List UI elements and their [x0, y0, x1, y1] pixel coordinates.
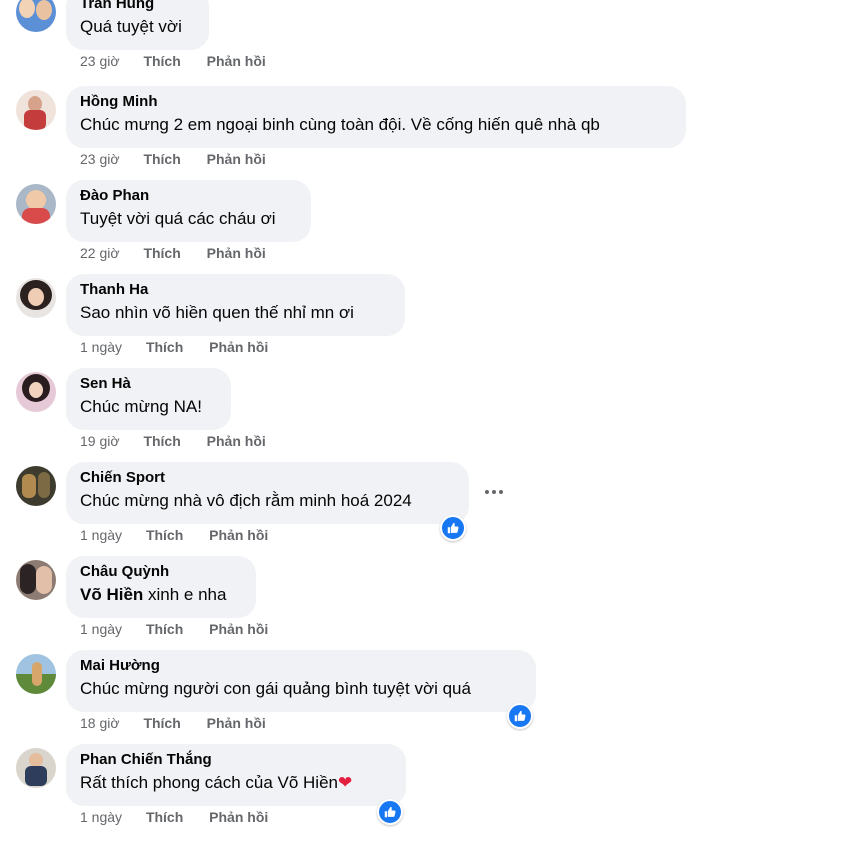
comment-bubble: Sen Hà Chúc mừng NA!	[66, 368, 231, 430]
comment-text: Tuyệt vời quá các cháu ơi	[80, 209, 276, 228]
dot-icon	[485, 490, 489, 494]
comment: Trần Hùng Quá tuyệt vời 23 giờ Thích Phả…	[0, 0, 860, 82]
comment-time[interactable]: 18 giờ	[80, 714, 120, 732]
avatar[interactable]	[16, 466, 56, 506]
reply-button[interactable]: Phản hồi	[207, 432, 266, 450]
comment-actions: 22 giờ Thích Phản hồi	[80, 244, 266, 262]
comment-actions: 23 giờ Thích Phản hồi	[80, 52, 266, 70]
reply-button[interactable]: Phản hồi	[207, 714, 266, 732]
comment-actions: 1 ngày Thích Phản hồi	[80, 620, 268, 638]
comment-text: Chúc mừng NA!	[80, 397, 202, 416]
comment-actions: 18 giờ Thích Phản hồi	[80, 714, 266, 732]
like-reaction-icon[interactable]	[377, 799, 403, 825]
comment-time[interactable]: 1 ngày	[80, 526, 122, 544]
reply-button[interactable]: Phản hồi	[209, 338, 268, 356]
comment-bubble: Thanh Ha Sao nhìn võ hiền quen thế nhỉ m…	[66, 274, 405, 336]
comment-bubble: Chiến Sport Chúc mừng nhà vô địch rằm mi…	[66, 462, 469, 524]
comment-actions: 19 giờ Thích Phản hồi	[80, 432, 266, 450]
comment-time[interactable]: 1 ngày	[80, 338, 122, 356]
comment-text: Chúc mưng 2 em ngoại binh cùng toàn đội.…	[80, 115, 600, 134]
comment: Thanh Ha Sao nhìn võ hiền quen thế nhỉ m…	[0, 274, 860, 368]
avatar[interactable]	[16, 560, 56, 600]
more-options-icon[interactable]	[480, 482, 508, 502]
reply-button[interactable]: Phản hồi	[207, 244, 266, 262]
avatar[interactable]	[16, 654, 56, 694]
comment-author[interactable]: Thanh Ha	[80, 280, 391, 300]
comment-actions: 1 ngày Thích Phản hồi	[80, 526, 268, 544]
comment-thread: Trần Hùng Quá tuyệt vời 23 giờ Thích Phả…	[0, 0, 860, 842]
comment: Đào Phan Tuyệt vời quá các cháu ơi 22 gi…	[0, 180, 860, 274]
avatar[interactable]	[16, 372, 56, 412]
comment-text-body: Rất thích phong cách của Võ Hiền	[80, 773, 338, 792]
comment-author[interactable]: Phan Chiến Thắng	[80, 750, 392, 770]
comment: Phan Chiến Thắng Rất thích phong cách củ…	[0, 744, 860, 838]
comment-bubble: Châu Quỳnh Võ Hiền xinh e nha	[66, 556, 256, 618]
like-button[interactable]: Thích	[143, 52, 180, 70]
avatar[interactable]	[16, 184, 56, 224]
comment-bubble: Đào Phan Tuyệt vời quá các cháu ơi	[66, 180, 311, 242]
like-reaction-icon[interactable]	[507, 703, 533, 729]
comment-bubble: Mai Hường Chúc mừng người con gái quảng …	[66, 650, 536, 712]
like-button[interactable]: Thích	[146, 620, 183, 638]
comment: Sen Hà Chúc mừng NA! 19 giờ Thích Phản h…	[0, 368, 860, 462]
comment-text: Võ Hiền xinh e nha	[80, 583, 242, 607]
comment-author[interactable]: Sen Hà	[80, 374, 217, 394]
reply-button[interactable]: Phản hồi	[207, 150, 266, 168]
comment-author[interactable]: Chiến Sport	[80, 468, 455, 488]
comment-time[interactable]: 1 ngày	[80, 620, 122, 638]
comment-actions: 1 ngày Thích Phản hồi	[80, 338, 268, 356]
comment-author[interactable]: Trần Hùng	[80, 0, 195, 14]
comment-author[interactable]: Châu Quỳnh	[80, 562, 242, 582]
comment: Châu Quỳnh Võ Hiền xinh e nha 1 ngày Thí…	[0, 556, 860, 650]
like-reaction-icon[interactable]	[440, 515, 466, 541]
comment-author[interactable]: Đào Phan	[80, 186, 297, 206]
like-button[interactable]: Thích	[143, 714, 180, 732]
comment-actions: 1 ngày Thích Phản hồi	[80, 808, 268, 826]
mention-link[interactable]: Võ Hiền	[80, 585, 143, 604]
comment-text: Chúc mừng người con gái quảng bình tuyệt…	[80, 679, 471, 698]
reply-button[interactable]: Phản hồi	[207, 52, 266, 70]
like-button[interactable]: Thích	[146, 808, 183, 826]
reply-button[interactable]: Phản hồi	[209, 620, 268, 638]
avatar[interactable]	[16, 90, 56, 130]
comment-bubble: Trần Hùng Quá tuyệt vời	[66, 0, 209, 50]
reply-button[interactable]: Phản hồi	[209, 808, 268, 826]
comment-text: Rất thích phong cách của Võ Hiền❤	[80, 771, 392, 795]
comment-bubble: Hồng Minh Chúc mưng 2 em ngoại binh cùng…	[66, 86, 686, 148]
comment-bubble: Phan Chiến Thắng Rất thích phong cách củ…	[66, 744, 406, 806]
comment-text-body: xinh e nha	[143, 585, 227, 604]
comment-time[interactable]: 1 ngày	[80, 808, 122, 826]
comment: Mai Hường Chúc mừng người con gái quảng …	[0, 650, 860, 744]
comment: Chiến Sport Chúc mừng nhà vô địch rằm mi…	[0, 462, 860, 556]
comment-author[interactable]: Hồng Minh	[80, 92, 672, 112]
like-button[interactable]: Thích	[143, 150, 180, 168]
avatar[interactable]	[16, 0, 56, 32]
comment-time[interactable]: 22 giờ	[80, 244, 120, 262]
like-button[interactable]: Thích	[146, 526, 183, 544]
like-button[interactable]: Thích	[146, 338, 183, 356]
comment-time[interactable]: 23 giờ	[80, 52, 120, 70]
comment-text: Quá tuyệt vời	[80, 17, 182, 36]
comment-text: Chúc mừng nhà vô địch rằm minh hoá 2024	[80, 491, 412, 510]
like-button[interactable]: Thích	[143, 244, 180, 262]
comment-time[interactable]: 19 giờ	[80, 432, 120, 450]
comment-text: Sao nhìn võ hiền quen thế nhỉ mn ơi	[80, 303, 354, 322]
comment-time[interactable]: 23 giờ	[80, 150, 120, 168]
reply-button[interactable]: Phản hồi	[209, 526, 268, 544]
comment-author[interactable]: Mai Hường	[80, 656, 522, 676]
dot-icon	[492, 490, 496, 494]
avatar[interactable]	[16, 748, 56, 788]
comment-actions: 23 giờ Thích Phản hồi	[80, 150, 266, 168]
dot-icon	[499, 490, 503, 494]
comment: Hồng Minh Chúc mưng 2 em ngoại binh cùng…	[0, 86, 860, 180]
avatar[interactable]	[16, 278, 56, 318]
like-button[interactable]: Thích	[143, 432, 180, 450]
heart-emoji-icon: ❤	[338, 773, 353, 792]
